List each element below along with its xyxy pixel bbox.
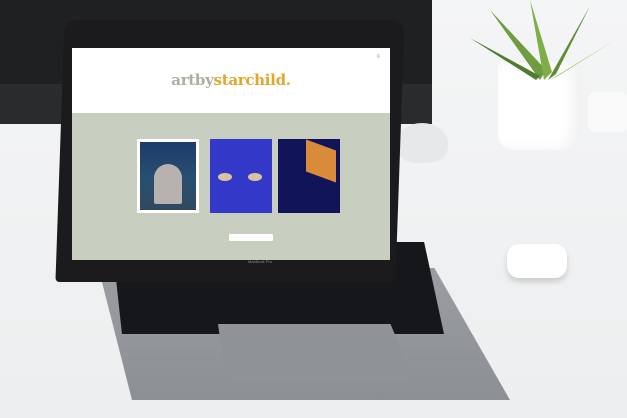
smart-speaker: [396, 123, 448, 163]
brand-part-1: artby: [171, 71, 214, 89]
right-eye: [248, 173, 262, 181]
orange-shape: [306, 139, 336, 183]
model-label: MacBook Pro: [248, 259, 273, 264]
airpods-case: [507, 244, 567, 278]
ghost-in-forest-art[interactable]: [137, 139, 199, 213]
laptop-trackpad: [218, 324, 414, 380]
night-interior-art[interactable]: [278, 139, 340, 213]
site-brand-logo[interactable]: artbystarchild.: [72, 71, 390, 89]
contact-button[interactable]: [229, 234, 273, 241]
brand-part-2: starchild.: [213, 71, 291, 89]
white-tray: [588, 92, 627, 132]
plant-leaves: [470, 0, 615, 80]
left-eye: [218, 173, 232, 181]
ghost-figure: [154, 164, 182, 204]
laptop-screen: ≡ artbystarchild.: [72, 48, 390, 260]
blue-eyes-art[interactable]: [210, 139, 272, 213]
hamburger-menu-icon[interactable]: ≡: [376, 54, 380, 60]
